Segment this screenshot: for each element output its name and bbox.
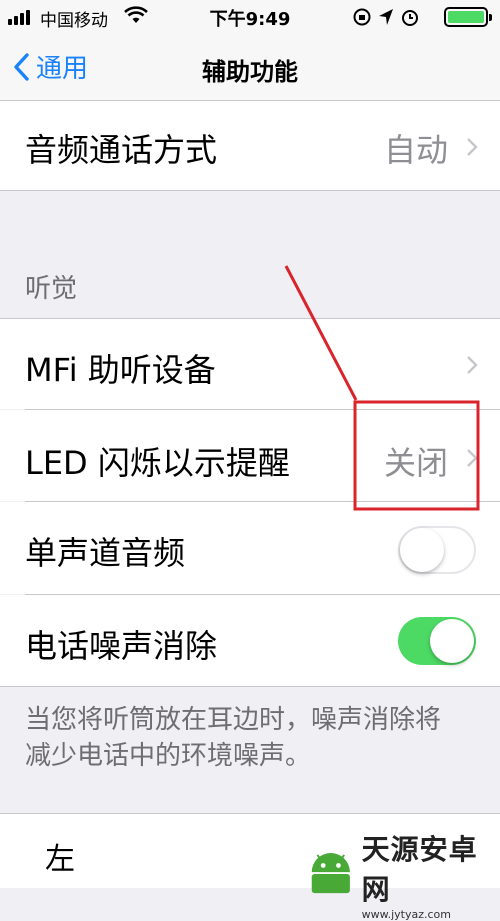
annotation-highlight-box — [353, 400, 480, 511]
annotation-arrow-line — [284, 265, 358, 401]
watermark-title: 天源安卓网 — [361, 833, 478, 906]
annotation-overlay — [284, 265, 480, 511]
watermark: 天源安卓网 www.jytyaz.com — [306, 828, 500, 921]
android-logo-icon — [311, 852, 350, 893]
watermark-url: www.jytyaz.com — [361, 908, 451, 921]
